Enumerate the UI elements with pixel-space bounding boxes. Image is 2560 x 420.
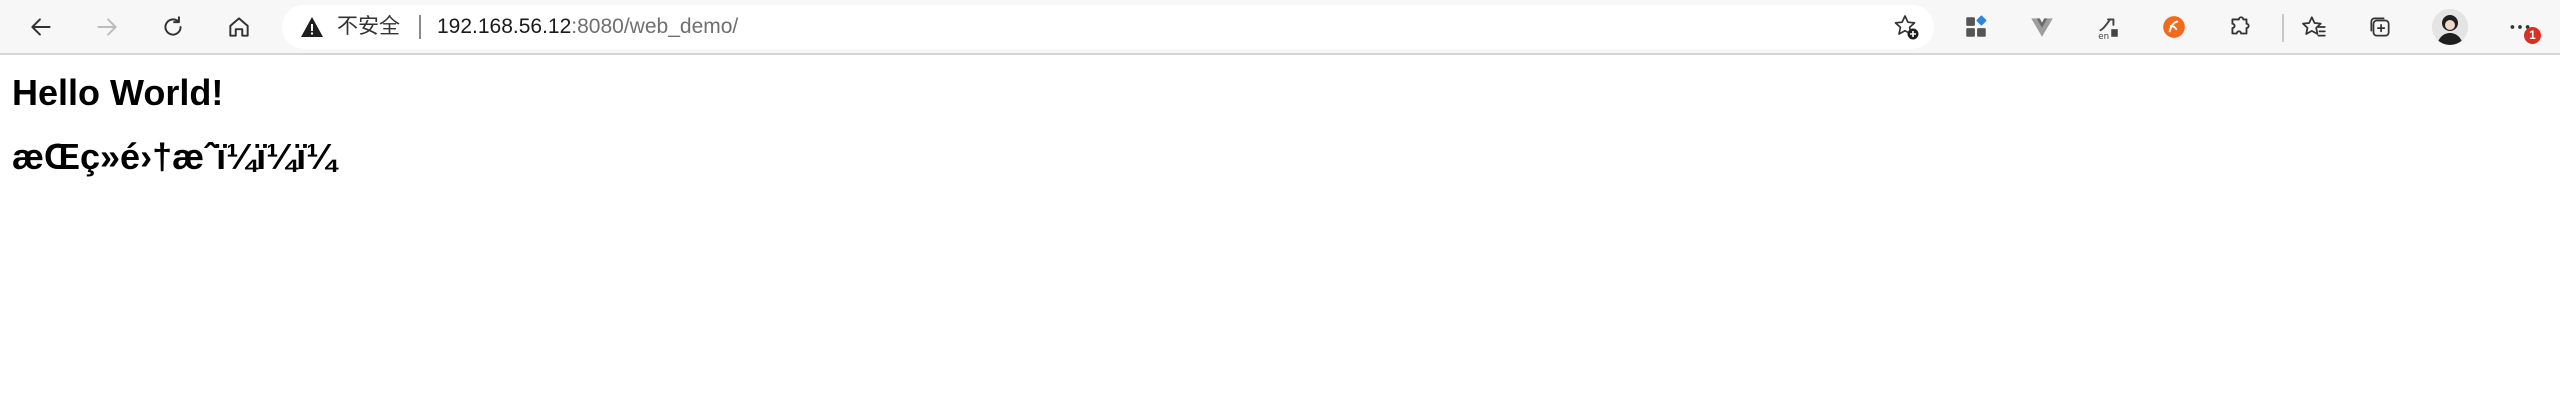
favorites-button[interactable] <box>2294 7 2334 47</box>
security-label[interactable]: 不安全 <box>337 16 400 38</box>
url-host: 192.168.56.12 <box>437 15 572 38</box>
puzzle-icon <box>2231 16 2250 35</box>
page-content: Hello World! æŒç»é›†æˆï¼ï¼ï¼ <box>12 72 336 178</box>
address-divider <box>419 15 421 39</box>
back-arrow-icon <box>31 18 51 36</box>
svg-text:en: en <box>2098 32 2109 40</box>
refresh-icon <box>164 16 182 36</box>
home-button[interactable] <box>219 7 259 47</box>
translate-button[interactable]: en <box>2088 7 2128 47</box>
collections-button[interactable] <box>2360 7 2400 47</box>
browser-toolbar: 不安全 192.168.56.12:8080/web_demo/ en 1 <box>0 0 2560 55</box>
vue-devtools-icon <box>2031 18 2053 37</box>
apps-extension-button[interactable] <box>1956 7 1996 47</box>
address-bar[interactable]: 不安全 192.168.56.12:8080/web_demo/ <box>282 5 1934 49</box>
orange-extension-icon <box>2163 16 2185 38</box>
home-icon <box>229 17 249 37</box>
page-heading: Hello World! <box>12 72 224 113</box>
avatar <box>2432 9 2468 45</box>
star-plus-icon[interactable] <box>1892 13 1920 41</box>
refresh-button[interactable] <box>153 7 193 47</box>
favorites-icon <box>2302 16 2326 37</box>
garbled-text-heading: æŒç»é›†æˆï¼ï¼ï¼ <box>12 136 337 177</box>
apps-grid-icon <box>1966 15 1987 37</box>
forward-button[interactable] <box>87 7 127 47</box>
back-button[interactable] <box>21 7 61 47</box>
notification-badge: 1 <box>2524 27 2541 44</box>
warning-icon[interactable] <box>300 15 324 39</box>
extensions-button[interactable] <box>2220 7 2260 47</box>
url-path: :8080/web_demo/ <box>571 15 739 38</box>
translate-icon: en <box>2098 18 2118 40</box>
vue-devtools-button[interactable] <box>2022 7 2062 47</box>
forward-arrow-icon <box>97 18 117 36</box>
profile-avatar[interactable] <box>2432 9 2468 45</box>
url-text[interactable]: 192.168.56.12:8080/web_demo/ <box>437 16 738 38</box>
collections-icon <box>2370 17 2390 37</box>
orange-extension-button[interactable] <box>2154 7 2194 47</box>
toolbar-divider <box>2282 14 2284 42</box>
